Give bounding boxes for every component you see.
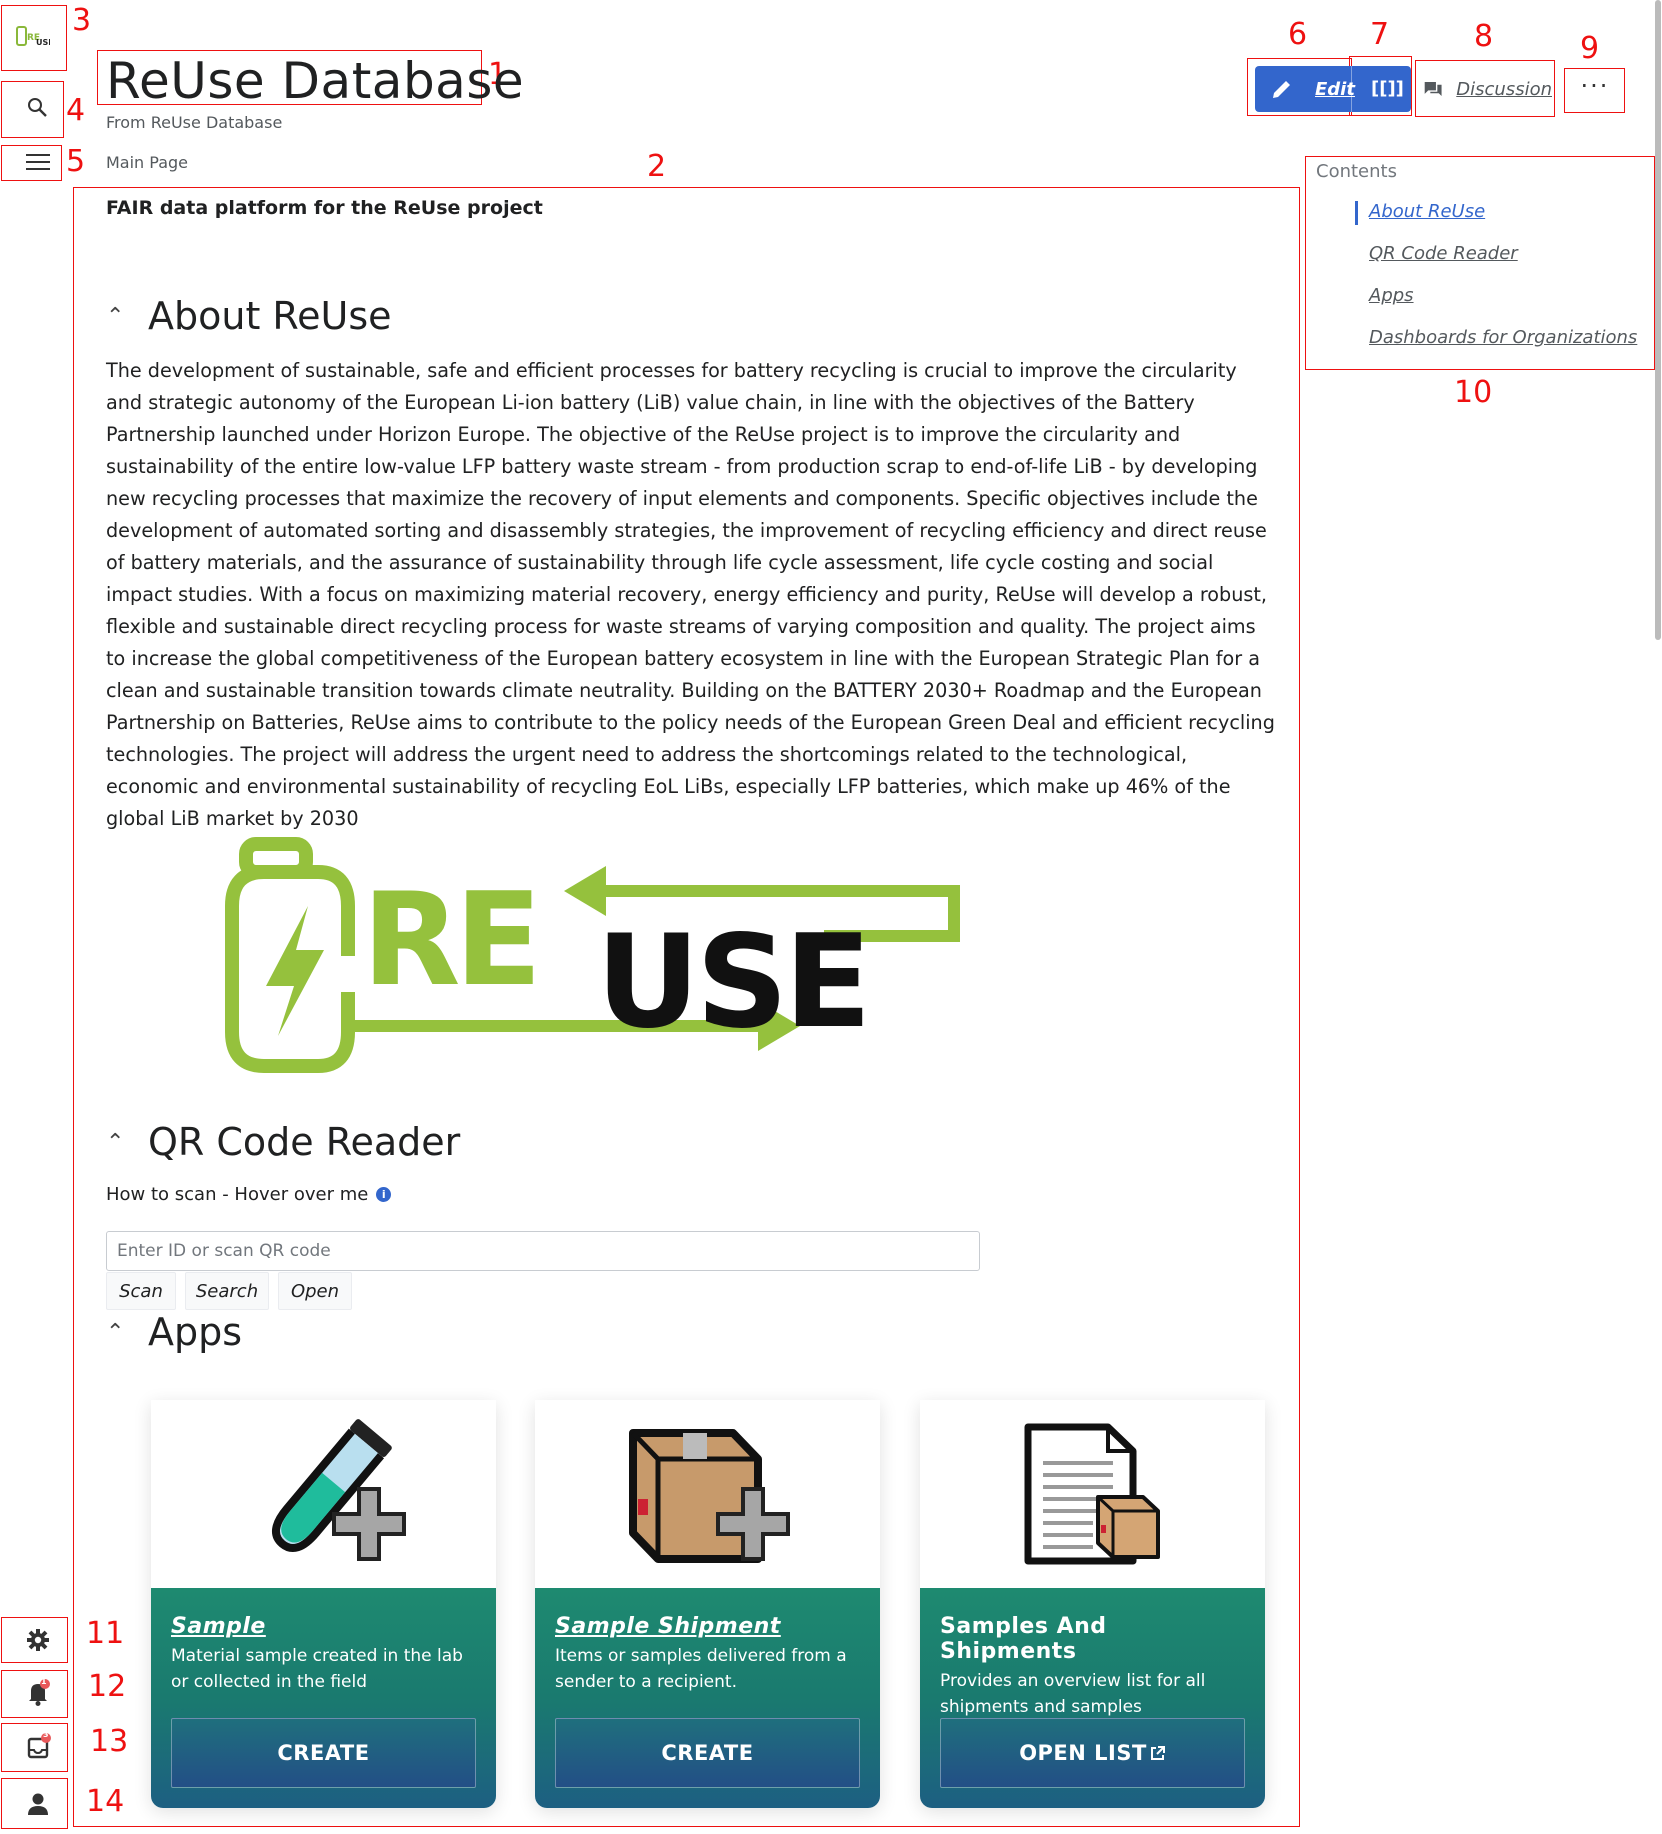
section-apps: ⌃ Apps — [106, 1310, 242, 1354]
pencil-icon — [1273, 81, 1290, 98]
annotation-number: 8 — [1474, 19, 1494, 54]
notifications-badge: 1 — [41, 1677, 47, 1686]
section-qr: ⌃ QR Code Reader — [106, 1120, 460, 1164]
alerts-badge: 3 — [43, 1730, 49, 1739]
annotation-number: 6 — [1288, 17, 1308, 52]
section-heading: QR Code Reader — [148, 1120, 461, 1164]
logo-use: USE — [596, 908, 868, 1057]
card-image — [151, 1400, 496, 1588]
toc-title: Contents — [1316, 161, 1397, 182]
toc-item-dashboards[interactable]: Dashboards for Organizations — [1369, 327, 1637, 348]
scrollbar[interactable] — [1655, 0, 1661, 640]
page-subtitle: From ReUse Database — [106, 113, 283, 132]
user-icon — [28, 1793, 48, 1815]
gear-icon — [27, 1629, 49, 1651]
search-button[interactable] — [18, 88, 58, 128]
card-body: Sample Shipment Items or samples deliver… — [535, 1588, 880, 1808]
notifications-button[interactable]: 1 — [18, 1673, 58, 1713]
app-card-list: Samples And Shipments Provides an overvi… — [920, 1400, 1265, 1808]
annotation-number: 9 — [1580, 31, 1600, 66]
toc-active-indicator — [1355, 201, 1358, 225]
test-tube-icon — [271, 1419, 406, 1561]
annotation-number: 2 — [647, 149, 667, 184]
site-logo[interactable]: RE USE — [12, 16, 52, 56]
card-title[interactable]: Sample — [171, 1614, 476, 1639]
annotation-number: 14 — [86, 1784, 125, 1819]
main-menu-button[interactable] — [18, 142, 58, 182]
annotation-number: 3 — [72, 3, 92, 38]
hamburger-icon — [26, 154, 50, 170]
annotation-number: 10 — [1454, 375, 1493, 410]
card-image — [920, 1400, 1265, 1588]
section-about: ⌃ About ReUse — [106, 294, 392, 338]
create-sample-button[interactable]: CREATE — [171, 1718, 476, 1788]
section-heading: About ReUse — [148, 294, 392, 338]
annotation-number: 7 — [1370, 17, 1390, 52]
app-card-shipment: Sample Shipment Items or samples deliver… — [535, 1400, 880, 1808]
about-text: The development of sustainable, safe and… — [106, 359, 1275, 830]
card-body: Samples And Shipments Provides an overvi… — [920, 1588, 1265, 1808]
svg-text:USE: USE — [36, 38, 50, 47]
create-shipment-button[interactable]: CREATE — [555, 1718, 860, 1788]
discussion-button[interactable]: Discussion — [1422, 66, 1552, 112]
bell-icon — [29, 1679, 50, 1706]
discussion-label: Discussion — [1456, 78, 1552, 100]
discussion-icon — [1424, 81, 1442, 97]
app-card-sample: Sample Material sample created in the la… — [151, 1400, 496, 1808]
scan-button[interactable]: Scan — [106, 1272, 176, 1310]
annotation-number: 5 — [66, 144, 86, 179]
search-qr-button[interactable]: Search — [185, 1272, 269, 1310]
button-divider — [1351, 66, 1352, 112]
annotation-number: 13 — [90, 1724, 129, 1759]
qr-howto-label: How to scan - Hover over me — [106, 1184, 369, 1205]
page-title: ReUse Database — [106, 52, 525, 110]
open-button[interactable]: Open — [278, 1272, 352, 1310]
edit-button[interactable]: Edit — [1315, 79, 1355, 100]
open-list-label: OPEN LIST — [1019, 1741, 1147, 1765]
annotation-number: 12 — [88, 1669, 127, 1704]
site-logo-icon: RE USE — [16, 26, 50, 47]
logo-re: RE — [362, 866, 536, 1015]
card-body: Sample Material sample created in the la… — [151, 1588, 496, 1808]
card-title[interactable]: Sample Shipment — [555, 1614, 860, 1639]
toc-item-apps[interactable]: Apps — [1369, 285, 1414, 306]
document-package-icon — [1024, 1423, 1160, 1565]
edit-button-group: Edit [[]] — [1255, 66, 1411, 112]
external-link-icon — [1150, 1746, 1165, 1760]
section-heading: Apps — [148, 1310, 243, 1354]
more-button[interactable]: ··· — [1565, 72, 1625, 108]
reuse-logo: RE USE — [225, 837, 960, 1073]
card-description: Material sample created in the lab or co… — [171, 1646, 463, 1692]
collapse-chevron-icon[interactable]: ⌃ — [106, 304, 126, 329]
collapse-chevron-icon[interactable]: ⌃ — [106, 1320, 126, 1345]
annotation-number: 11 — [86, 1616, 125, 1651]
card-title: Samples And Shipments — [940, 1614, 1107, 1664]
settings-button[interactable] — [18, 1620, 58, 1660]
card-image — [535, 1400, 880, 1588]
toc-item-about[interactable]: About ReUse — [1369, 201, 1485, 222]
annotation-number: 4 — [66, 93, 86, 128]
card-description: Items or samples delivered from a sender… — [555, 1646, 847, 1692]
alerts-button[interactable]: 3 — [18, 1727, 58, 1767]
toc-item-qr[interactable]: QR Code Reader — [1369, 243, 1518, 264]
user-button[interactable] — [18, 1783, 58, 1823]
search-icon — [28, 98, 47, 117]
qr-id-input[interactable] — [106, 1231, 980, 1271]
open-list-button[interactable]: OPEN LIST — [940, 1718, 1245, 1788]
info-icon[interactable]: i — [376, 1187, 392, 1202]
package-icon — [628, 1429, 790, 1563]
card-description: Provides an overview list for all shipme… — [940, 1671, 1206, 1717]
breadcrumb[interactable]: Main Page — [106, 153, 188, 172]
page-tagline: FAIR data platform for the ReUse project — [106, 197, 543, 219]
collapse-chevron-icon[interactable]: ⌃ — [106, 1130, 126, 1155]
edit-source-button[interactable]: [[]] — [1371, 78, 1404, 99]
qr-howto[interactable]: How to scan - Hover over me i — [106, 1184, 392, 1205]
